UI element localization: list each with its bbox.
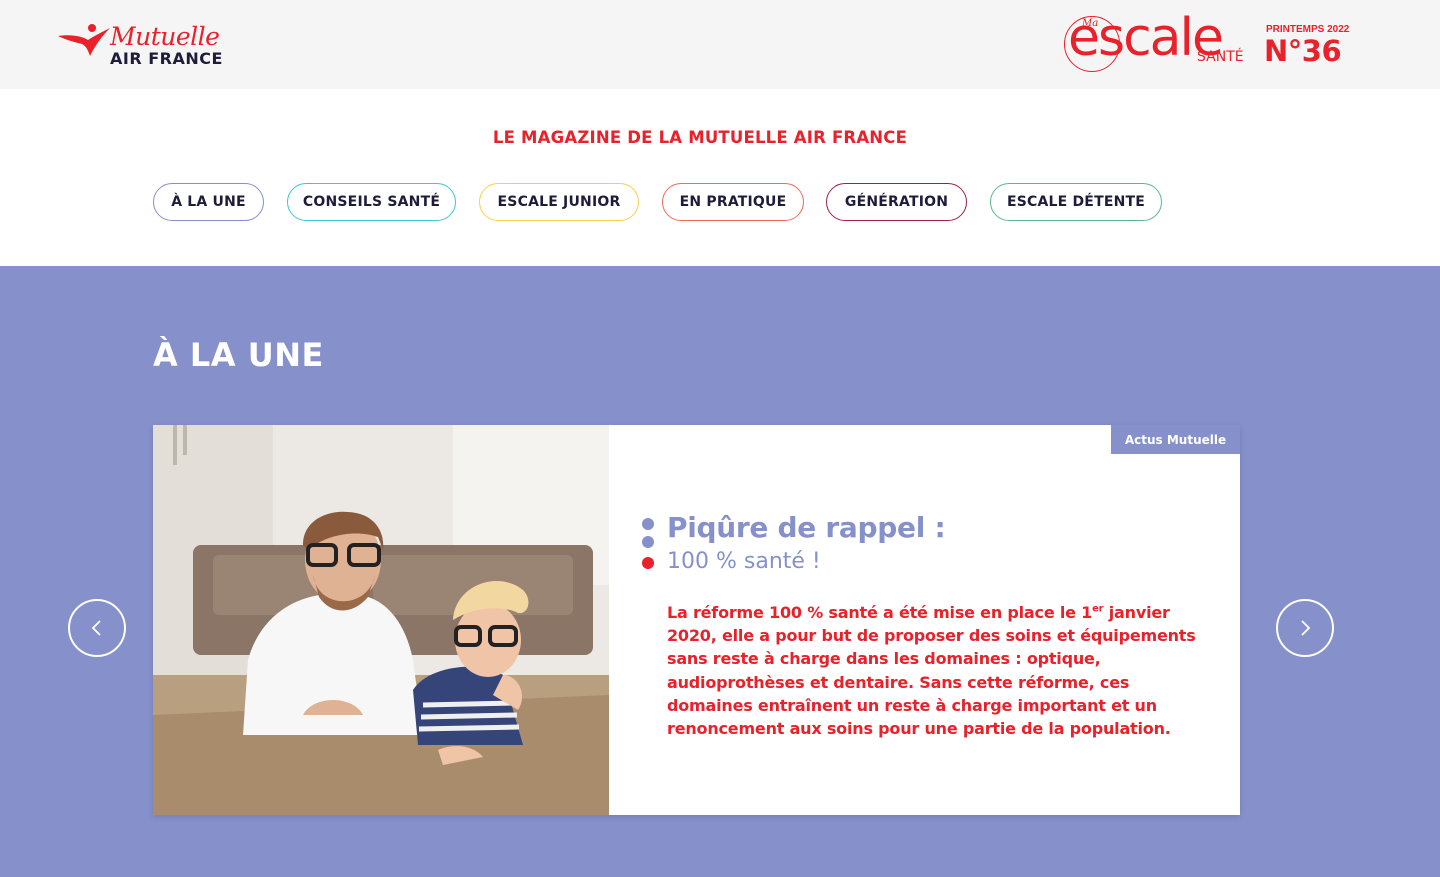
chevron-right-icon bbox=[1301, 620, 1311, 636]
article-subheadline: 100 % santé ! bbox=[667, 549, 821, 574]
decor-dot-periwinkle-2 bbox=[642, 536, 654, 548]
brand-line-mutuelle: Mutuelle bbox=[110, 22, 220, 51]
chevron-left-icon bbox=[91, 620, 101, 636]
article-photo bbox=[153, 425, 609, 815]
decor-dot-red bbox=[642, 557, 654, 569]
nav-item-en-pratique[interactable]: EN PRATIQUE bbox=[662, 183, 804, 221]
article-body-superscript: er bbox=[1092, 603, 1104, 615]
carousel-next-button[interactable] bbox=[1276, 599, 1334, 657]
nav-item-generation[interactable]: GÉNÉRATION bbox=[826, 183, 967, 221]
featured-section: À LA UNE Actus Mutuelle Piqûre de rappel… bbox=[0, 266, 1440, 877]
escale-sante-logo[interactable]: Ma escale SANTÉ PRINTEMPS 2022 N°36 bbox=[1062, 4, 1362, 84]
escale-sante-label: SANTÉ bbox=[1197, 49, 1244, 65]
carousel-prev-button[interactable] bbox=[68, 599, 126, 657]
section-title: À LA UNE bbox=[153, 336, 324, 374]
decor-dot-periwinkle-1 bbox=[642, 518, 654, 530]
nav-item-conseils-sante[interactable]: CONSEILS SANTÉ bbox=[287, 183, 456, 221]
mutuelle-air-france-logo[interactable]: Mutuelle AIR FRANCE bbox=[58, 18, 273, 74]
nav-item-a-la-une[interactable]: À LA UNE bbox=[153, 183, 264, 221]
issue-number: N°36 bbox=[1264, 34, 1342, 68]
site-header: Mutuelle AIR FRANCE Ma escale SANTÉ PRIN… bbox=[0, 0, 1440, 89]
air-france-swallow-logo-icon bbox=[58, 24, 110, 56]
article-body-part-2: janvier 2020, elle a pour but de propose… bbox=[667, 603, 1196, 739]
father-and-son-photo-illustration bbox=[153, 425, 609, 815]
bullet-dots-decoration bbox=[642, 518, 656, 578]
brand-line-air-france: AIR FRANCE bbox=[110, 49, 223, 68]
nav-item-escale-detente[interactable]: ESCALE DÉTENTE bbox=[990, 183, 1162, 221]
magazine-tagline: LE MAGAZINE DE LA MUTUELLE AIR FRANCE bbox=[492, 128, 908, 147]
nav-item-escale-junior[interactable]: ESCALE JUNIOR bbox=[479, 183, 639, 221]
article-body-part-1: La réforme 100 % santé a été mise en pla… bbox=[667, 603, 1093, 622]
featured-article-card[interactable]: Actus Mutuelle Piqûre de rappel : 100 % … bbox=[153, 425, 1240, 815]
article-category-badge[interactable]: Actus Mutuelle bbox=[1111, 425, 1240, 454]
article-body: La réforme 100 % santé a été mise en pla… bbox=[667, 601, 1207, 740]
article-headline[interactable]: Piqûre de rappel : bbox=[667, 511, 946, 544]
